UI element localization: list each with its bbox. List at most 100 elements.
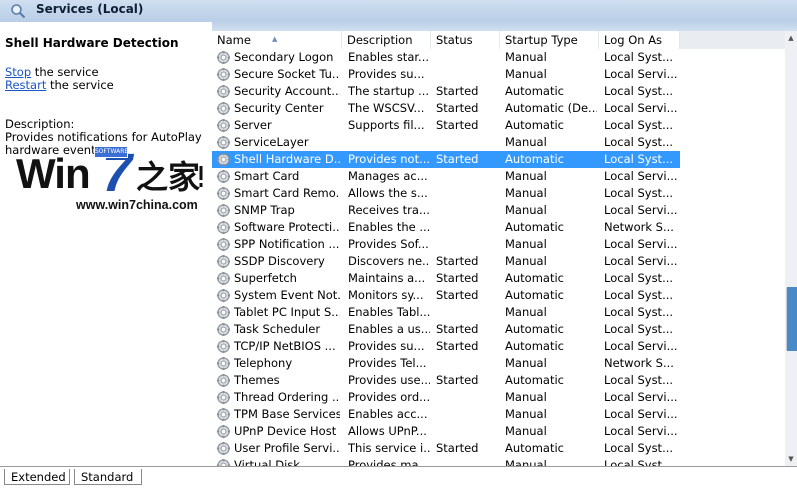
service-startup-cell: Automatic: [505, 152, 564, 166]
service-row[interactable]: UPnP Device Host Allows UPnP... Manual Loca…: [212, 423, 680, 440]
service-logon-cell: Local Syst...: [604, 50, 674, 64]
view-tabs: Extended Standard: [0, 466, 797, 502]
service-row[interactable]: Security Account... The startup ... Starte…: [212, 83, 680, 100]
console-title: Services (Local): [36, 2, 144, 16]
service-row[interactable]: Themes Provides use... Started Automatic Loc…: [212, 372, 680, 389]
service-status-cell: [436, 66, 498, 83]
service-row[interactable]: Task Scheduler Enables a us... Started Auto…: [212, 321, 680, 338]
column-description-header[interactable]: Description: [342, 31, 431, 49]
service-status-cell: [436, 304, 498, 321]
service-status-cell: Started: [436, 118, 479, 132]
service-desc-cell: Allows the s...: [348, 186, 428, 200]
service-status-cell: [436, 457, 498, 466]
service-desc-cell: Enables acc...: [348, 407, 428, 421]
service-logon-cell: Local Servi...: [604, 407, 678, 421]
tab-standard[interactable]: Standard: [74, 469, 142, 485]
service-row[interactable]: SSDP Discovery Discovers ne... Started Manu…: [212, 253, 680, 270]
service-startup-cell: Automatic: [505, 271, 564, 285]
watermark-url: www.win7china.com: [76, 198, 198, 212]
service-row[interactable]: ServiceLayer Manual Local Syst...: [212, 134, 680, 151]
watermark-win-text: Win: [16, 150, 91, 197]
service-row[interactable]: Tablet PC Input S... Enables Tabl... Manua…: [212, 304, 680, 321]
service-startup-cell: Manual: [505, 203, 547, 217]
service-gear-icon: [216, 50, 231, 65]
service-row[interactable]: Secondary Logon Enables star... Manual Loca…: [212, 49, 680, 66]
service-name-cell: Tablet PC Input S...: [234, 305, 340, 319]
column-status-header[interactable]: Status: [431, 31, 500, 49]
service-logon-cell: Local Syst...: [604, 322, 674, 336]
service-name-cell: Virtual Disk: [234, 458, 300, 466]
scroll-up-icon[interactable]: ▲: [785, 31, 797, 45]
service-gear-icon: [216, 424, 231, 439]
service-name-cell: SNMP Trap: [234, 203, 295, 217]
watermark-logo: Win 7 SOFTWARE 之家 www.win7china.com: [16, 143, 210, 218]
service-logon-cell: Network S...: [604, 220, 674, 234]
column-logon-as-header[interactable]: Log On As: [599, 31, 680, 49]
service-desc-cell: Discovers ne...: [348, 254, 430, 268]
service-row[interactable]: SPP Notification ... Provides Sof... Manua…: [212, 236, 680, 253]
service-row[interactable]: Thread Ordering ... Provides ord... Manual…: [212, 389, 680, 406]
service-row[interactable]: Security Center The WSCSV... Started Automa…: [212, 100, 680, 117]
service-status-cell: [436, 406, 498, 423]
service-row[interactable]: Smart Card Manages ac... Manual Local Servi…: [212, 168, 680, 185]
service-name-cell: TCP/IP NetBIOS ...: [234, 339, 336, 353]
service-desc-cell: Provides su...: [348, 67, 425, 81]
service-startup-cell: Manual: [505, 458, 547, 466]
column-startup-type-header[interactable]: Startup Type: [500, 31, 599, 49]
tab-extended[interactable]: Extended: [4, 469, 70, 485]
service-gear-icon: [216, 373, 231, 388]
service-logon-cell: Local Servi...: [604, 339, 678, 353]
service-row[interactable]: Telephony Provides Tel... Manual Network S.…: [212, 355, 680, 372]
service-row[interactable]: System Event Not... Monitors sy... Started…: [212, 287, 680, 304]
service-startup-cell: Automatic (De...: [505, 101, 597, 115]
service-name-cell: Server: [234, 118, 272, 132]
service-status-cell: [436, 236, 498, 253]
service-logon-cell: Local Syst...: [604, 152, 674, 166]
service-row[interactable]: Superfetch Maintains a... Started Automatic…: [212, 270, 680, 287]
service-row[interactable]: Software Protecti... Enables the ... Autom…: [212, 219, 680, 236]
service-status-cell: Started: [436, 271, 479, 285]
service-logon-cell: Local Syst...: [604, 373, 674, 387]
service-startup-cell: Manual: [505, 305, 547, 319]
column-name-header[interactable]: Name ▲: [212, 31, 342, 49]
service-desc-cell: Enables Tabl...: [348, 305, 430, 319]
service-desc-cell: Provides ord...: [348, 390, 430, 404]
service-row[interactable]: Secure Socket Tu... Provides su... Manual L…: [212, 66, 680, 83]
service-row[interactable]: User Profile Servi... This service i... St…: [212, 440, 680, 457]
service-status-cell: Started: [436, 254, 479, 268]
service-desc-cell: Enables star...: [348, 50, 430, 64]
service-name-cell: SPP Notification ...: [234, 237, 340, 251]
service-startup-cell: Automatic: [505, 84, 564, 98]
service-row[interactable]: Shell Hardware D... Provides not... Starte…: [212, 151, 680, 168]
service-desc-cell: Provides Sof...: [348, 237, 429, 251]
restart-service-link[interactable]: Restart: [5, 78, 46, 92]
service-gear-icon: [216, 288, 231, 303]
service-status-cell: [436, 168, 498, 185]
service-row[interactable]: SNMP Trap Receives tra... Manual Local Serv…: [212, 202, 680, 219]
service-logon-cell: Local Servi...: [604, 254, 678, 268]
scroll-down-icon[interactable]: ▼: [785, 452, 797, 466]
service-gear-icon: [216, 390, 231, 405]
service-row[interactable]: Server Supports fil... Started Automatic Loc…: [212, 117, 680, 134]
service-startup-cell: Automatic: [505, 441, 564, 455]
service-row[interactable]: Virtual Disk Provides ma... Manual Local Sy…: [212, 457, 680, 466]
service-name-cell: Security Account...: [234, 84, 340, 98]
service-logon-cell: Local Syst...: [604, 186, 674, 200]
stop-line: Stop the service: [5, 65, 99, 79]
service-startup-cell: Manual: [505, 407, 547, 421]
vertical-scrollbar[interactable]: ▲ ▼: [785, 31, 797, 466]
service-row[interactable]: TPM Base Services Enables acc... Manual Loc…: [212, 406, 680, 423]
service-logon-cell: Local Syst...: [604, 305, 674, 319]
service-logon-cell: Local Syst...: [604, 118, 674, 132]
service-logon-cell: Local Syst...: [604, 84, 674, 98]
service-desc-cell: Provides use...: [348, 373, 430, 387]
service-gear-icon: [216, 101, 231, 116]
service-name-cell: TPM Base Services: [234, 407, 340, 421]
service-gear-icon: [216, 271, 231, 286]
service-startup-cell: Manual: [505, 50, 547, 64]
stop-service-link[interactable]: Stop: [5, 65, 31, 79]
service-name-cell: Secondary Logon: [234, 50, 334, 64]
service-row[interactable]: Smart Card Remo... Allows the s... Manual L…: [212, 185, 680, 202]
service-row[interactable]: TCP/IP NetBIOS ... Provides su... Started A…: [212, 338, 680, 355]
service-desc-cell: Provides Tel...: [348, 356, 427, 370]
